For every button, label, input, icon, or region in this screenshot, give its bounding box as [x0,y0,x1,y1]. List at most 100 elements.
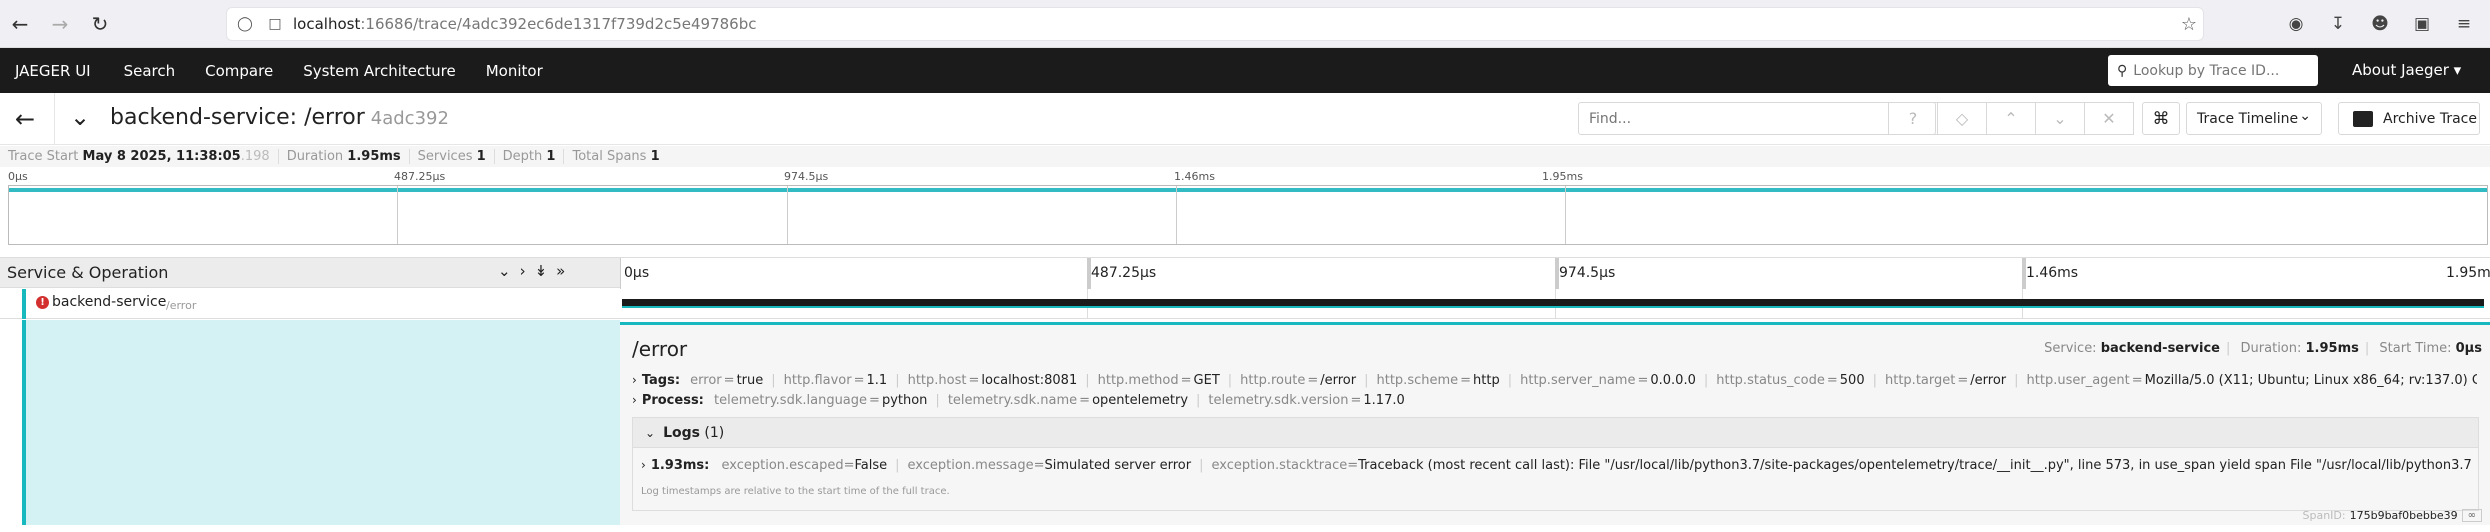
timeline-tick: 974.5μs [1559,265,1616,281]
page-info-icon[interactable]: □ [263,12,287,36]
logs-section: ⌄ Logs (1) › 1.93ms: exception.escaped=Fa… [632,417,2479,511]
collapse-one-icon[interactable]: ⌄ [498,262,511,280]
tags-label: Tags: [641,373,681,388]
expand-one-icon[interactable]: › [520,262,526,280]
span-id: SpanID: 175b9baf0bebbe39 ∞ [2302,509,2482,522]
chevron-down-icon: ⌄ [645,425,656,440]
nav-system-architecture-link[interactable]: System Architecture [288,62,471,80]
jaeger-brand-link[interactable]: JAEGER UI [0,62,109,80]
tag-key: http.method [1097,373,1179,388]
kv-divider: | [935,393,940,408]
url-text[interactable]: localhost:16686/trace/4adc392ec6de1317f7… [293,15,757,33]
trace-minimap[interactable]: 0μs 487.25μs 974.5μs 1.46ms 1.95ms [8,168,2488,245]
logs-header[interactable]: ⌄ Logs (1) [633,418,2478,448]
tag-value: GET [1193,373,1220,388]
about-jaeger-menu[interactable]: About Jaeger ▾ [2352,61,2461,79]
logs-count: (1) [704,424,725,441]
tag-value: localhost:8081 [981,373,1078,388]
collapse-all-icon[interactable]: ↡ [535,262,548,280]
browser-actions: ◉ ↧ ☻ ▣ ≡ [2280,8,2480,40]
minimap-span-bar [9,188,2487,192]
locate-icon[interactable]: ◇ [1937,102,1987,135]
trace-id-lookup[interactable]: ⚲ [2108,55,2318,86]
tag-value: 1.1 [866,373,888,388]
minimap-tick: 974.5μs [784,170,829,183]
shield-icon[interactable]: ◯ [233,12,257,36]
span-timeline-cell[interactable] [620,289,2490,319]
minimap-gridline [397,186,398,244]
trace-start: Trace Start May 8 2025, 11:38:05.198 [8,149,279,164]
tag-value: /error [1320,373,1357,388]
kv-equals: = [1307,373,1319,388]
kv-equals: = [723,373,735,388]
kv-equals: = [1957,373,1969,388]
back-icon[interactable]: ← [0,4,40,44]
span-name-cell[interactable]: ! backend-service /error [0,289,620,319]
bookmark-star-icon[interactable]: ☆ [2181,14,2197,35]
download-icon[interactable]: ↧ [2322,8,2354,40]
url-host: localhost [293,15,361,33]
kv-equals: = [1347,458,1359,473]
expand-all-icon[interactable]: » [556,262,565,280]
timeline-tick: 0μs [624,265,650,281]
column-divider[interactable] [620,258,621,289]
detail-duration-value: 1.95ms [2305,341,2359,356]
archive-icon [2353,110,2373,127]
log-field-key: exception.escaped [721,458,844,473]
trace-total-spans: Total Spans 1 [564,149,667,164]
kv-divider: | [895,458,900,473]
trace-id-input[interactable] [2133,62,2304,79]
process-key: telemetry.sdk.version [1208,393,1349,408]
tag-key: http.flavor [783,373,852,388]
kv-equals: = [968,373,980,388]
pocket-icon[interactable]: ◉ [2280,8,2312,40]
tag-key: http.server_name [1520,373,1636,388]
reload-icon[interactable]: ↻ [80,4,120,44]
minimap-canvas[interactable] [8,185,2488,245]
chevron-down-icon[interactable]: ⌄ [70,103,90,131]
span-row[interactable]: ! backend-service /error [0,289,2490,319]
nav-monitor-link[interactable]: Monitor [471,62,558,80]
kv-equals: = [1079,393,1091,408]
error-icon: ! [36,296,49,309]
find-input[interactable] [1579,110,1879,127]
find-box[interactable] [1578,102,1936,135]
back-to-search-icon[interactable]: ← [15,105,35,133]
span-duration-bar[interactable] [622,299,2484,306]
extensions-icon[interactable]: ▣ [2406,8,2438,40]
log-field-value: Traceback (most recent call last): File … [1358,458,2471,473]
keyboard-shortcuts-icon[interactable]: ⌘ [2142,102,2180,135]
archive-trace-button[interactable]: Archive Trace [2338,102,2480,135]
kv-divider: | [1872,373,1877,388]
kv-equals: = [869,393,880,408]
log-field-value: False [854,458,888,473]
nav-search-link[interactable]: Search [109,62,191,80]
trace-depth-value: 1 [546,149,556,164]
minimap-tick: 487.25μs [394,170,446,183]
tags-row[interactable]: › Tags: error = true | http.flavor = 1.1 | http.h… [632,373,2477,388]
nav-compare-link[interactable]: Compare [190,62,288,80]
trace-header: ← ⌄ backend-service: /error4adc392 ? ◇ ⌃… [0,93,2490,145]
span-id-label: SpanID: [2302,509,2346,522]
process-value: opentelemetry [1092,393,1189,408]
account-icon[interactable]: ☻ [2364,8,2396,40]
trace-start-ms: .198 [240,149,270,164]
span-service-name: backend-service [52,294,167,310]
url-bar[interactable]: ◯ □ localhost:16686/trace/4adc392ec6de13… [226,7,2204,41]
clear-search-icon[interactable]: ✕ [2084,102,2134,135]
span-bar-accent [622,306,2484,308]
forward-icon[interactable]: → [40,4,80,44]
log-entry[interactable]: › 1.93ms: exception.escaped=False | excepti… [641,458,2471,473]
help-icon[interactable]: ? [1888,102,1938,135]
process-row[interactable]: › Process: telemetry.sdk.language = python |… [632,393,2477,408]
menu-icon[interactable]: ≡ [2448,8,2480,40]
view-select[interactable]: Trace Timeline ⌄ [2186,102,2322,135]
detail-service-label: Service: [2044,341,2097,356]
prev-result-icon[interactable]: ⌃ [1986,102,2036,135]
trace-services-value: 1 [476,149,486,164]
detail-start-label: Start Time: [2379,341,2452,356]
link-icon[interactable]: ∞ [2461,509,2482,522]
chevron-right-icon: › [632,393,637,407]
next-result-icon[interactable]: ⌄ [2035,102,2085,135]
kv-equals: = [853,373,865,388]
